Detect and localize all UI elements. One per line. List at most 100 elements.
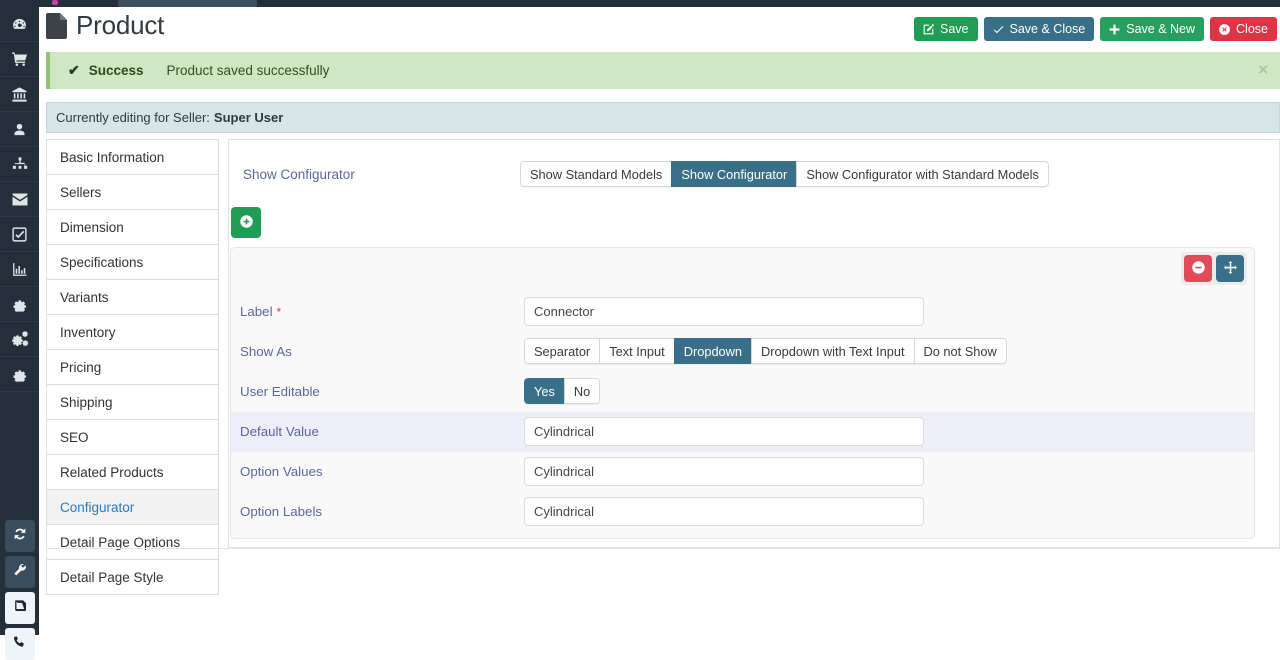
user-editable-option-yes[interactable]: Yes — [524, 378, 564, 404]
user-editable-caption: User Editable — [240, 384, 320, 399]
configurator-item-tools — [1181, 252, 1247, 285]
show-configurator-label: Show Configurator — [243, 167, 355, 182]
sync-icon — [12, 526, 28, 547]
save-and-new-button[interactable]: Save & New — [1100, 17, 1205, 41]
user-editable-option-no[interactable]: No — [563, 378, 601, 404]
check-icon: ✔ — [68, 62, 80, 78]
gear-icon — [11, 366, 28, 383]
bottom-divider — [46, 548, 1280, 549]
show-as-option-do-not-show[interactable]: Do not Show — [913, 338, 1007, 364]
rail-item-mail[interactable] — [0, 182, 39, 217]
bar-chart-icon — [11, 261, 28, 278]
show-as-option-text-input[interactable]: Text Input — [599, 338, 674, 364]
rail-item-reports[interactable] — [0, 252, 39, 287]
label-input[interactable] — [524, 297, 924, 326]
save-button[interactable]: Save — [914, 17, 978, 41]
save-and-close-button-label: Save & Close — [1009, 22, 1086, 36]
bank-icon — [11, 86, 28, 103]
left-icon-rail — [0, 7, 39, 660]
save-button-label: Save — [940, 22, 969, 36]
rail-item-bank[interactable] — [0, 77, 39, 112]
show-as-option-separator[interactable]: Separator — [524, 338, 600, 364]
page-title-group: Product — [46, 10, 164, 41]
add-configurator-item-button[interactable] — [231, 207, 261, 238]
move-configurator-item-button[interactable] — [1216, 255, 1244, 282]
tab-detail-page-style[interactable]: Detail Page Style — [47, 560, 218, 595]
seller-prefix-label: Currently editing for Seller: — [56, 110, 210, 125]
gears-icon — [10, 330, 29, 348]
show-as-option-dropdown[interactable]: Dropdown — [673, 338, 752, 364]
rail-item-shopping-cart[interactable] — [0, 42, 39, 77]
close-button-label: Close — [1236, 22, 1268, 36]
rail-item-sync[interactable] — [4, 520, 35, 552]
phone-icon — [12, 634, 28, 655]
show-configurator-row: Show Configurator Show Standard Models S… — [229, 156, 1279, 200]
rail-item-support[interactable] — [4, 628, 35, 660]
tab-variants[interactable]: Variants — [47, 280, 218, 315]
rail-item-user[interactable] — [0, 112, 39, 147]
tab-pricing[interactable]: Pricing — [47, 350, 218, 385]
show-configurator-option-configurator-with-standard-models[interactable]: Show Configurator with Standard Models — [796, 161, 1049, 187]
tab-configurator[interactable]: Configurator — [47, 490, 218, 525]
product-tab-list: Basic Information Sellers Dimension Spec… — [46, 139, 219, 595]
tab-inventory[interactable]: Inventory — [47, 315, 218, 350]
document-icon — [46, 12, 68, 39]
rail-item-tools[interactable] — [4, 556, 35, 588]
minus-circle-icon — [1191, 260, 1206, 278]
shopping-cart-icon — [11, 51, 29, 68]
page-title: Product — [76, 10, 165, 40]
tab-dimension[interactable]: Dimension — [47, 210, 218, 245]
rail-item-advanced-settings[interactable] — [0, 322, 39, 357]
envelope-icon — [11, 192, 29, 207]
default-value-caption: Default Value — [240, 424, 319, 439]
alert-message: Product saved successfully — [166, 63, 330, 78]
field-row-user-editable: User Editable Yes No — [231, 372, 1254, 412]
page-header: Product Save Save & Close Save & New Clo… — [39, 7, 1280, 49]
header-action-buttons: Save Save & Close Save & New Close — [914, 17, 1277, 41]
rail-item-sitemap[interactable] — [0, 147, 39, 182]
save-and-close-button[interactable]: Save & Close — [983, 17, 1095, 41]
tab-specifications[interactable]: Specifications — [47, 245, 218, 280]
show-configurator-option-configurator[interactable]: Show Configurator — [671, 161, 797, 187]
option-values-caption: Option Values — [240, 464, 323, 479]
show-configurator-option-standard-models[interactable]: Show Standard Models — [520, 161, 672, 187]
top-window-strip — [0, 0, 1280, 7]
tab-shipping[interactable]: Shipping — [47, 385, 218, 420]
body-wrapper: Basic Information Sellers Dimension Spec… — [46, 133, 1280, 595]
field-row-option-labels: Option Labels — [231, 492, 1254, 532]
user-editable-button-group: Yes No — [524, 378, 601, 404]
tab-basic-information[interactable]: Basic Information — [47, 140, 218, 175]
label-field-caption: Label * — [240, 304, 281, 319]
rail-item-settings[interactable] — [0, 287, 39, 322]
option-labels-caption: Option Labels — [240, 504, 323, 519]
close-button[interactable]: Close — [1210, 17, 1277, 41]
rail-item-dashboard[interactable] — [0, 7, 39, 42]
rail-item-configuration[interactable] — [0, 357, 39, 392]
rail-item-docs[interactable] — [4, 592, 35, 624]
tab-detail-page-options[interactable]: Detail Page Options — [47, 525, 218, 560]
circle-x-icon — [1218, 23, 1231, 36]
sitemap-icon — [11, 156, 29, 173]
option-values-input[interactable] — [524, 457, 924, 486]
show-as-option-dropdown-with-text-input[interactable]: Dropdown with Text Input — [751, 338, 914, 364]
tab-sellers[interactable]: Sellers — [47, 175, 218, 210]
seller-context-bar: Currently editing for Seller: Super User — [46, 102, 1280, 133]
tab-related-products[interactable]: Related Products — [47, 455, 218, 490]
wrench-icon — [12, 562, 28, 583]
option-labels-input[interactable] — [524, 497, 924, 526]
plus-icon — [1108, 23, 1121, 36]
save-and-new-button-label: Save & New — [1126, 22, 1196, 36]
show-configurator-button-group: Show Standard Models Show Configurator S… — [520, 161, 1049, 187]
user-icon — [12, 121, 27, 138]
rail-spacer — [0, 392, 39, 516]
default-value-input[interactable] — [524, 417, 924, 446]
book-icon — [12, 598, 28, 619]
tab-seo[interactable]: SEO — [47, 420, 218, 455]
configurator-pane: Show Configurator Show Standard Models S… — [228, 139, 1280, 548]
show-as-caption: Show As — [240, 344, 292, 359]
alert-close-icon[interactable]: × — [1258, 61, 1268, 78]
required-asterisk: * — [276, 305, 282, 319]
rail-item-tasks[interactable] — [0, 217, 39, 252]
remove-configurator-item-button[interactable] — [1184, 255, 1212, 282]
show-as-button-group: Separator Text Input Dropdown Dropdown w… — [524, 338, 1007, 364]
